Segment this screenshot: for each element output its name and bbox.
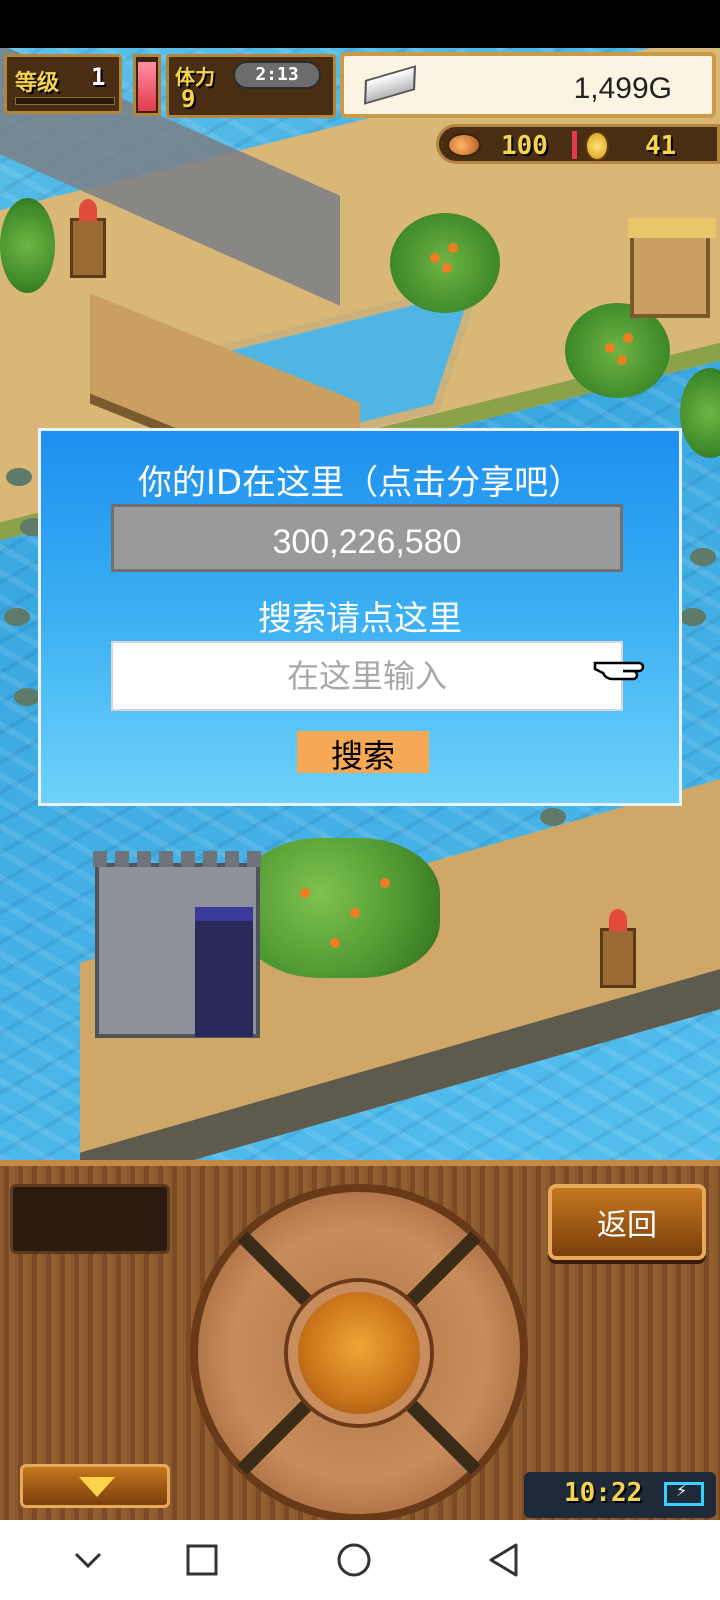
id-search-dialog: 你的ID在这里（点击分享吧） 300,226,580 搜索请点这里 搜索 bbox=[38, 428, 682, 806]
bush bbox=[0, 198, 55, 293]
rock bbox=[6, 468, 32, 486]
recent-apps-icon[interactable] bbox=[180, 1538, 224, 1582]
player-id-value: 300,226,580 bbox=[272, 523, 462, 561]
player-id-box[interactable]: 300,226,580 bbox=[111, 504, 623, 572]
rock bbox=[14, 688, 40, 706]
coins-value: 41 bbox=[645, 131, 677, 161]
rock bbox=[540, 808, 566, 826]
money-value: 1,499G bbox=[573, 72, 672, 105]
rock bbox=[4, 608, 30, 626]
triangle-down-icon[interactable] bbox=[20, 1464, 170, 1508]
dpad-center-button[interactable] bbox=[288, 1282, 430, 1424]
stamina-panel: 体力 9 2:13 bbox=[166, 54, 336, 118]
search-button[interactable]: 搜索 bbox=[297, 731, 429, 775]
castle-gate bbox=[195, 907, 253, 1037]
resources-panel: 100 41 bbox=[436, 124, 720, 164]
rock bbox=[680, 608, 706, 626]
stamina-bar-fill bbox=[138, 61, 156, 111]
status-bar bbox=[0, 0, 720, 48]
palm-plant bbox=[390, 213, 500, 313]
food-icon bbox=[447, 133, 481, 157]
back-triangle-icon[interactable] bbox=[482, 1538, 526, 1582]
empty-slot bbox=[10, 1184, 170, 1254]
watch-tower bbox=[600, 909, 636, 988]
home-icon[interactable] bbox=[332, 1538, 376, 1582]
level-panel: 等级 1 bbox=[4, 54, 122, 114]
hut bbox=[628, 218, 716, 318]
chevron-down-icon[interactable] bbox=[66, 1538, 110, 1582]
stamina-value: 9 bbox=[181, 85, 196, 113]
money-panel: 1,499G bbox=[340, 52, 716, 118]
level-value: 1 bbox=[91, 63, 106, 91]
experience-bar bbox=[15, 97, 115, 105]
stamina-bar bbox=[133, 54, 161, 116]
battery-charging-icon bbox=[664, 1481, 704, 1506]
orange-orchard bbox=[240, 838, 440, 978]
control-panel: 返回 10:22 bbox=[0, 1160, 720, 1522]
search-label: 搜索请点这里 bbox=[258, 599, 462, 639]
back-button[interactable]: 返回 bbox=[548, 1184, 706, 1260]
system-navigation-bar bbox=[0, 1520, 720, 1600]
search-input[interactable] bbox=[111, 641, 623, 711]
coin-icon bbox=[585, 131, 609, 161]
rock bbox=[690, 548, 716, 566]
clock-panel: 10:22 bbox=[524, 1472, 716, 1518]
pointing-hand-icon bbox=[593, 661, 645, 681]
watch-tower bbox=[70, 199, 106, 278]
clock-value: 10:22 bbox=[564, 1478, 643, 1508]
dialog-title: 你的ID在这里（点击分享吧） bbox=[137, 463, 583, 503]
stamina-timer: 2:13 bbox=[233, 61, 321, 89]
level-label: 等级 bbox=[15, 71, 60, 96]
silver-ingot-icon bbox=[363, 65, 417, 105]
resource-divider bbox=[572, 131, 577, 159]
food-value: 100 bbox=[501, 131, 548, 161]
direction-pad[interactable] bbox=[190, 1184, 528, 1522]
castle-gate-building bbox=[93, 851, 263, 1038]
